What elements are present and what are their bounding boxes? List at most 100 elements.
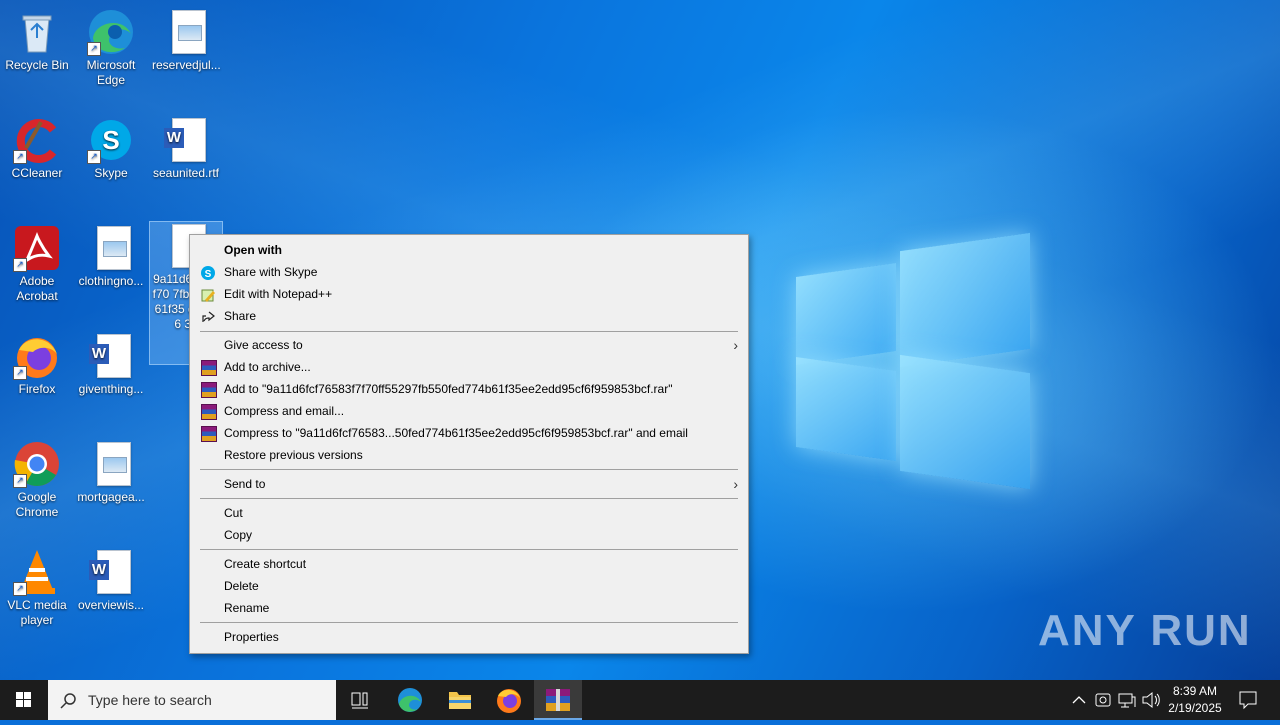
tray-network[interactable] xyxy=(1116,680,1138,720)
menu-separator xyxy=(200,331,738,332)
windows-logo-wallpaper xyxy=(796,232,1030,490)
taskbar-file-explorer[interactable] xyxy=(436,680,484,720)
menu-label: Restore previous versions xyxy=(224,448,363,462)
task-view-icon xyxy=(351,692,368,709)
tray-volume[interactable] xyxy=(1140,680,1162,720)
desktop-icon-seaunited[interactable]: W seaunited.rtf xyxy=(150,116,222,181)
desktop-icon-recycle-bin[interactable]: Recycle Bin xyxy=(1,8,73,73)
menu-item-compress-email[interactable]: Compress and email... xyxy=(190,400,748,422)
taskbar-winrar[interactable] xyxy=(534,680,582,720)
recycle-bin-icon xyxy=(13,8,61,56)
task-view-button[interactable] xyxy=(336,680,384,720)
start-button[interactable] xyxy=(0,680,48,720)
winrar-icon xyxy=(546,689,570,711)
desktop-icon-adobe-acrobat[interactable]: ↗ Adobe Acrobat xyxy=(1,224,73,304)
word-file-icon: W xyxy=(87,548,135,596)
menu-label: Add to archive... xyxy=(224,360,311,374)
taskbar-edge[interactable] xyxy=(386,680,434,720)
menu-separator xyxy=(200,498,738,499)
desktop-icon-giventhing[interactable]: W giventhing... xyxy=(75,332,147,397)
menu-label: Create shortcut xyxy=(224,557,307,571)
icon-label: clothingno... xyxy=(78,274,144,288)
svg-text:S: S xyxy=(102,125,119,155)
vlc-icon: ↗ xyxy=(13,548,61,596)
menu-separator xyxy=(200,469,738,470)
image-file-icon xyxy=(87,224,135,272)
menu-label: Share xyxy=(224,309,257,323)
menu-item-add-to-rar[interactable]: Add to "9a11d6fcf76583f7f70ff55297fb550f… xyxy=(190,378,748,400)
icon-label: CCleaner xyxy=(11,166,63,180)
clock-date: 2/19/2025 xyxy=(1168,701,1222,715)
menu-label: Share with Skype xyxy=(224,265,318,279)
menu-label: Give access to xyxy=(224,338,303,352)
icon-label: Google Chrome xyxy=(15,490,59,519)
notepad-plus-plus-icon xyxy=(201,287,215,302)
icon-label: Adobe Acrobat xyxy=(16,274,58,303)
icon-label: Skype xyxy=(94,166,128,180)
menu-item-share-skype[interactable]: S Share with Skype xyxy=(190,261,748,283)
taskbar-clock[interactable]: 8:39 AM 2/19/2025 xyxy=(1160,683,1230,717)
menu-separator xyxy=(200,622,738,623)
menu-item-edit-notepad[interactable]: Edit with Notepad++ xyxy=(190,283,748,305)
share-icon xyxy=(201,309,215,323)
desktop-icon-ccleaner[interactable]: ↗ CCleaner xyxy=(1,116,73,181)
chevron-right-icon: › xyxy=(733,337,738,353)
icon-label: VLC media player xyxy=(7,598,67,627)
taskbar-search-box[interactable]: Type here to search xyxy=(48,680,336,720)
folder-icon xyxy=(449,692,471,709)
menu-item-open-with[interactable]: Open with xyxy=(190,239,748,261)
chevron-right-icon: › xyxy=(733,476,738,492)
menu-item-delete[interactable]: Delete xyxy=(190,575,748,597)
desktop-icon-google-chrome[interactable]: ↗ Google Chrome xyxy=(1,440,73,520)
menu-item-give-access[interactable]: Give access to › xyxy=(190,334,748,356)
windows-start-icon xyxy=(16,692,31,707)
desktop-icon-overviewis[interactable]: W overviewis... xyxy=(75,548,147,613)
tray-overflow-button[interactable] xyxy=(1068,680,1090,720)
skype-icon: S ↗ xyxy=(87,116,135,164)
taskbar-firefox[interactable] xyxy=(485,680,533,720)
icon-label: Recycle Bin xyxy=(5,58,69,72)
desktop-icon-mortgagea[interactable]: mortgagea... xyxy=(75,440,147,505)
desktop-icon-vlc[interactable]: ↗ VLC media player xyxy=(1,548,73,628)
menu-separator xyxy=(200,549,738,550)
anyrun-watermark: ANY RUN xyxy=(1038,606,1252,655)
menu-item-share[interactable]: Share xyxy=(190,305,748,327)
desktop-icon-reservedjul[interactable]: reservedjul... xyxy=(150,8,222,73)
menu-item-restore-versions[interactable]: Restore previous versions xyxy=(190,444,748,466)
tray-meet-now[interactable] xyxy=(1092,680,1114,720)
image-file-icon xyxy=(162,8,210,56)
action-center-button[interactable] xyxy=(1232,680,1264,720)
firefox-icon xyxy=(497,689,521,713)
icon-label: Firefox xyxy=(18,382,56,396)
menu-label: Add to "9a11d6fcf76583f7f70ff55297fb550f… xyxy=(224,382,673,396)
menu-item-create-shortcut[interactable]: Create shortcut xyxy=(190,553,748,575)
menu-item-cut[interactable]: Cut xyxy=(190,502,748,524)
winrar-icon xyxy=(201,382,217,398)
icon-label: mortgagea... xyxy=(77,490,145,504)
desktop-icon-clothingno[interactable]: clothingno... xyxy=(75,224,147,289)
menu-item-copy[interactable]: Copy xyxy=(190,524,748,546)
word-file-icon: W xyxy=(87,332,135,380)
ccleaner-icon: ↗ xyxy=(13,116,61,164)
menu-label: Copy xyxy=(224,528,253,542)
menu-item-properties[interactable]: Properties xyxy=(190,626,748,648)
search-placeholder: Type here to search xyxy=(88,692,212,708)
network-icon xyxy=(1118,693,1136,708)
camera-icon xyxy=(1095,693,1111,707)
edge-icon: ↗ xyxy=(87,8,135,56)
menu-item-send-to[interactable]: Send to › xyxy=(190,473,748,495)
menu-label: Delete xyxy=(224,579,259,593)
chevron-up-icon xyxy=(1072,696,1086,704)
volume-icon xyxy=(1142,691,1160,709)
menu-item-add-archive[interactable]: Add to archive... xyxy=(190,356,748,378)
menu-label: Compress and email... xyxy=(224,404,345,418)
desktop-icon-firefox[interactable]: ↗ Firefox xyxy=(1,332,73,397)
menu-label: Open with xyxy=(224,243,282,257)
menu-label: Cut xyxy=(224,506,243,520)
menu-item-rename[interactable]: Rename xyxy=(190,597,748,619)
menu-label: Edit with Notepad++ xyxy=(224,287,333,301)
menu-item-compress-to-rar-email[interactable]: Compress to "9a11d6fcf76583...50fed774b6… xyxy=(190,422,748,444)
desktop-icon-skype[interactable]: S ↗ Skype xyxy=(75,116,147,181)
winrar-icon xyxy=(201,360,217,376)
desktop-icon-microsoft-edge[interactable]: ↗ Microsoft Edge xyxy=(75,8,147,88)
